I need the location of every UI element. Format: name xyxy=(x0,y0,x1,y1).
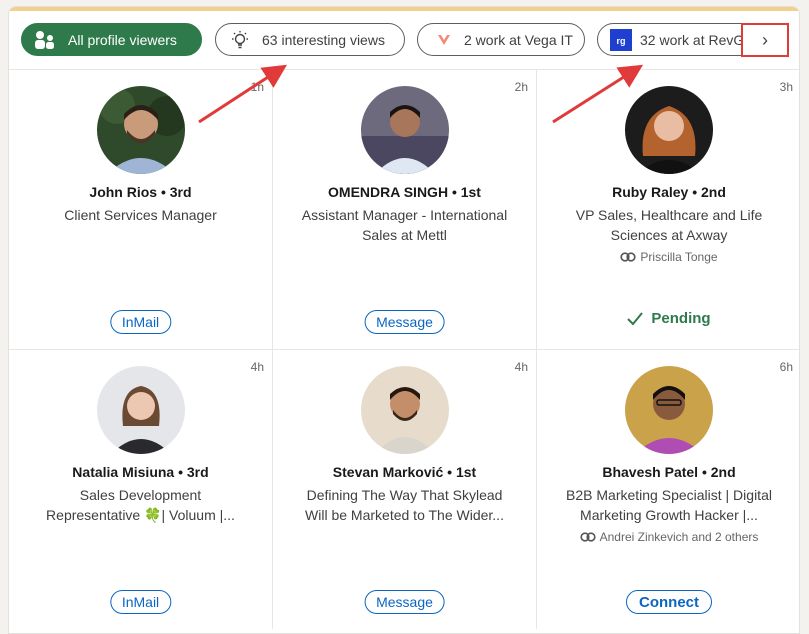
mutual-connections-icon xyxy=(620,252,637,262)
viewer-headline: Defining The Way That Skylead Will be Ma… xyxy=(291,485,518,525)
mutual-connections-text: Andrei Zinkevich and 2 others xyxy=(599,530,759,544)
view-time: 3h xyxy=(779,80,793,94)
mutual-connections-text: Priscilla Tonge xyxy=(640,250,718,264)
headline-line: Representative 🍀| Voluum |... xyxy=(46,507,235,523)
revg-logo-icon: rg xyxy=(610,28,632,51)
message-button[interactable]: Message xyxy=(364,310,445,334)
headline-line: Defining The Way That Skylead xyxy=(306,487,503,503)
next-filters-button[interactable]: › xyxy=(741,23,789,57)
avatar[interactable] xyxy=(625,366,713,454)
inmail-button[interactable]: InMail xyxy=(109,310,172,334)
chevron-right-icon: › xyxy=(762,29,768,50)
avatar[interactable] xyxy=(360,86,449,174)
headline-line: B2B Marketing Specialist | Digital xyxy=(566,487,772,503)
inmail-button[interactable]: InMail xyxy=(109,590,172,614)
mutual-connections[interactable]: Priscilla Tonge xyxy=(537,250,799,264)
filter-pills-row: All profile viewers 63 interesting views xyxy=(21,23,789,57)
checkmark-icon xyxy=(627,311,644,325)
pending-status: Pending xyxy=(537,310,799,327)
avatar[interactable] xyxy=(625,86,713,174)
headline-line: Sales Development xyxy=(79,487,202,503)
filter-label: All profile viewers xyxy=(68,31,177,48)
headline-line: Assistant Manager - International xyxy=(301,207,508,223)
view-time: 2h xyxy=(514,80,528,94)
viewer-card[interactable]: 6h Bhavesh Patel • 2nd B2B Marketing Spe… xyxy=(537,349,799,629)
view-time: 4h xyxy=(514,360,528,374)
filter-label: 2 work at Vega IT xyxy=(464,31,573,48)
profile-viewers-card: All profile viewers 63 interesting views xyxy=(8,6,800,634)
view-time: 4h xyxy=(250,360,264,374)
filter-label: 63 interesting views xyxy=(262,31,385,48)
viewer-name[interactable]: Ruby Raley • 2nd xyxy=(537,184,799,200)
headline-line: Client Services Manager xyxy=(64,207,217,223)
people-icon xyxy=(34,30,56,50)
headline-line: Sales at Mettl xyxy=(362,227,447,243)
viewer-headline: B2B Marketing Specialist | Digital Marke… xyxy=(555,485,783,525)
filter-label: 32 work at RevG xyxy=(640,31,745,48)
viewer-headline: Client Services Manager xyxy=(27,205,254,225)
mutual-connections-icon xyxy=(580,532,596,542)
viewer-name[interactable]: Stevan Marković • 1st xyxy=(273,464,536,480)
mutual-connections[interactable]: Andrei Zinkevich and 2 others xyxy=(537,530,799,544)
viewer-card[interactable]: 1h John Rios • 3rd Client Services Manag… xyxy=(9,69,272,349)
lightbulb-icon xyxy=(230,30,250,50)
filter-all-profile-viewers[interactable]: All profile viewers xyxy=(21,23,202,56)
headline-line: Marketing Growth Hacker |... xyxy=(580,507,758,523)
pending-label: Pending xyxy=(651,310,711,327)
viewer-card[interactable]: 2h OMENDRA SINGH • 1st Assistant Manager… xyxy=(272,69,537,349)
viewer-name[interactable]: John Rios • 3rd xyxy=(9,184,272,200)
viewer-card[interactable]: 3h Ruby Raley • 2nd VP Sales, Healthcare… xyxy=(537,69,799,349)
viewer-name[interactable]: Bhavesh Patel • 2nd xyxy=(537,464,799,480)
card-top-accent xyxy=(9,7,799,11)
svg-text:rg: rg xyxy=(617,36,626,46)
message-button[interactable]: Message xyxy=(364,590,445,614)
filter-vega-it[interactable]: 2 work at Vega IT xyxy=(417,23,585,56)
avatar[interactable] xyxy=(96,86,185,174)
connect-button[interactable]: Connect xyxy=(626,590,712,614)
view-time: 6h xyxy=(779,360,793,374)
headline-line: Sciences at Axway xyxy=(610,227,728,243)
headline-line: VP Sales, Healthcare and Life xyxy=(575,207,763,223)
filter-interesting-views[interactable]: 63 interesting views xyxy=(215,23,405,56)
viewer-name[interactable]: Natalia Misiuna • 3rd xyxy=(9,464,272,480)
viewer-card[interactable]: 4h Stevan Marković • 1st Defining The Wa… xyxy=(272,349,537,629)
avatar[interactable] xyxy=(96,366,185,454)
viewer-headline: Assistant Manager - International Sales … xyxy=(291,205,518,245)
avatar[interactable] xyxy=(360,366,449,454)
headline-line: Will be Marketed to The Wider... xyxy=(305,507,504,523)
viewer-name[interactable]: OMENDRA SINGH • 1st xyxy=(273,184,536,200)
viewer-headline: VP Sales, Healthcare and Life Sciences a… xyxy=(555,205,783,245)
viewer-card[interactable]: 4h Natalia Misiuna • 3rd Sales Developme… xyxy=(9,349,272,629)
vega-logo-icon xyxy=(436,32,452,48)
view-time: 1h xyxy=(250,80,264,94)
viewer-headline: Sales Development Representative 🍀| Volu… xyxy=(27,485,254,525)
